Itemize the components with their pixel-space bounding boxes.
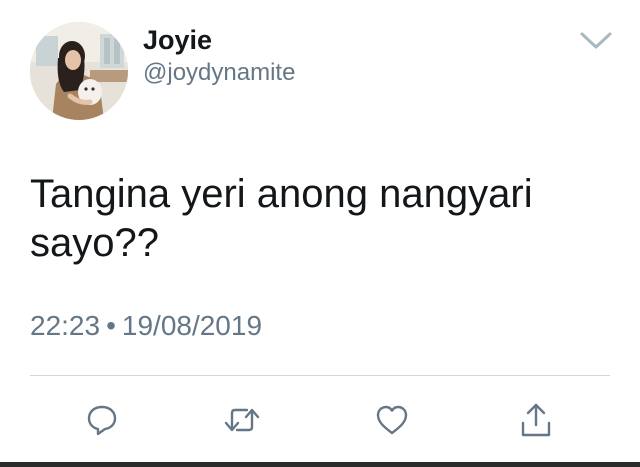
display-name[interactable]: Joyie	[143, 24, 212, 56]
like-button[interactable]	[370, 398, 414, 442]
reply-icon	[87, 405, 117, 436]
avatar-photo	[30, 22, 128, 120]
share-button[interactable]	[514, 398, 558, 442]
tweet-time: 22:23	[30, 310, 101, 341]
bottom-edge	[0, 462, 640, 467]
tweet-timestamp[interactable]: 22:23 • 19/08/2019	[30, 308, 262, 344]
tweet-text: Tangina yeri anong nangyari sayo??	[30, 172, 533, 265]
divider	[30, 375, 610, 376]
avatar[interactable]	[30, 22, 128, 120]
user-handle[interactable]: @joydynamite	[143, 58, 295, 88]
tweet-date: 19/08/2019	[121, 310, 263, 341]
share-icon	[521, 403, 551, 437]
retweet-button[interactable]	[220, 398, 264, 442]
reply-button[interactable]	[80, 398, 124, 442]
retweet-icon	[224, 408, 260, 432]
separator-dot: •	[106, 310, 116, 341]
chevron-down-icon[interactable]	[578, 26, 614, 54]
tweet-card: Joyie @joydynamite Tangina yeri anong na…	[0, 0, 640, 467]
heart-icon	[376, 405, 408, 435]
